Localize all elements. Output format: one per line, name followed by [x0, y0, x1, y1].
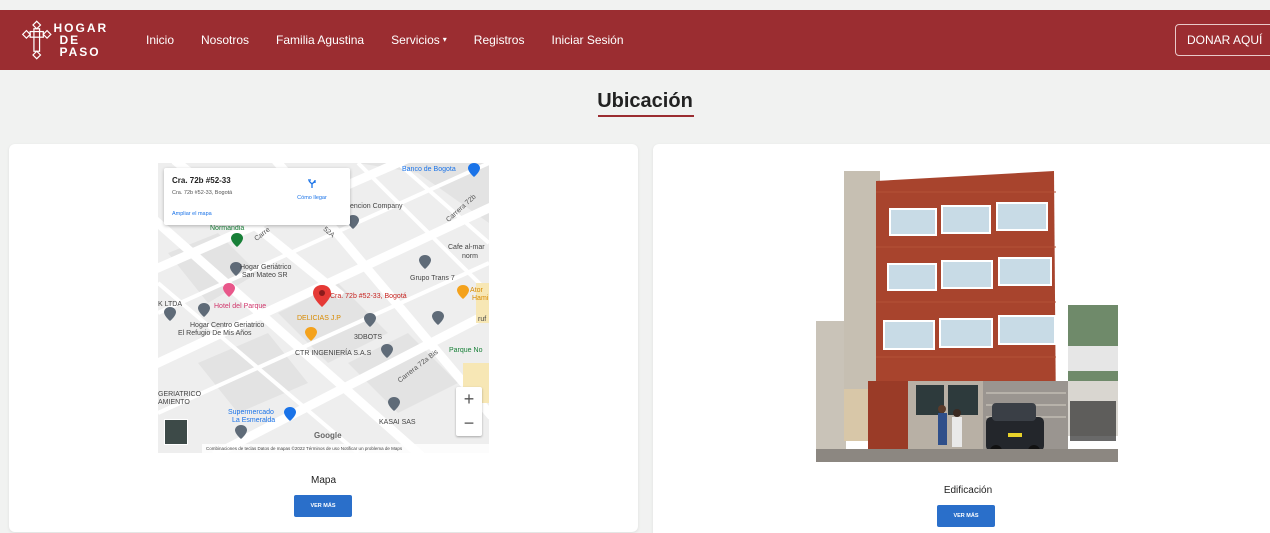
- building-photo: [816, 171, 1118, 462]
- map-enlarge-link[interactable]: Ampliar el mapa: [172, 211, 212, 217]
- map-zoom-control: + −: [456, 387, 482, 436]
- map-label-centro-2: El Refugio De Mis Años: [178, 330, 252, 337]
- map-attribution: Combinaciones de teclas Datos de mapas ©…: [202, 444, 489, 453]
- map-label-ltda: K LTDA: [158, 301, 182, 308]
- directions-button[interactable]: Cómo llegar: [286, 176, 338, 201]
- map-label-company: encion Company: [350, 203, 403, 210]
- brand-line2: DE PASO: [59, 33, 101, 59]
- nav-item-iniciar-sesion[interactable]: Iniciar Sesión: [551, 33, 623, 47]
- directions-label: Cómo llegar: [297, 195, 327, 201]
- nav-item-familia-agustina[interactable]: Familia Agustina: [276, 33, 364, 47]
- map-caption: Mapa: [310, 475, 336, 486]
- map-ver-mas-button[interactable]: VER MÁS: [294, 495, 352, 517]
- map-popup-address: Cra. 72b #52-33, Bogotá: [172, 190, 233, 196]
- map-label-delicias: DELICIAS J.P: [297, 315, 341, 322]
- map-label-hami: Hami: [472, 295, 489, 302]
- nav-item-registros[interactable]: Registros: [474, 33, 525, 47]
- building-image: [816, 171, 1118, 462]
- map-label-hotel: Hotel del Parque: [214, 303, 267, 310]
- map-label-cafe: Cafe al-mar: [448, 244, 485, 251]
- map-label-3dbots: 3DBOTS: [354, 334, 383, 341]
- map-label-geriatrico: Hogar Geriátrico: [240, 264, 292, 271]
- google-logo: Google: [314, 431, 342, 440]
- map-label-centro: Hogar Centro Geriatrico: [190, 322, 265, 329]
- embedded-map[interactable]: Banco de Bogota encion Company Carrera 7…: [158, 163, 489, 453]
- map-label-grupo: Grupo Trans 7: [410, 275, 455, 282]
- map-card: Banco de Bogota encion Company Carrera 7…: [9, 144, 638, 532]
- map-label-amiento: AMIENTO: [158, 399, 190, 406]
- building-ver-mas-button[interactable]: VER MÁS: [937, 505, 995, 527]
- zoom-out-button[interactable]: −: [456, 411, 482, 435]
- navbar: HOGAR DE PASO Inicio Nosotros Familia Ag…: [0, 10, 1270, 70]
- nav-menu: Inicio Nosotros Familia Agustina Servici…: [146, 33, 651, 47]
- title-underline: [598, 115, 694, 117]
- map-info-popup: Cra. 72b #52-33 Cra. 72b #52-33, Bogotá …: [164, 168, 350, 225]
- map-label-ator: Ator: [470, 287, 483, 294]
- map-label-normandia: Normandia: [210, 225, 245, 232]
- zoom-in-button[interactable]: +: [456, 387, 482, 411]
- map-label-parque: Parque No: [449, 347, 483, 354]
- map-label-kasai: KASAI SAS: [379, 419, 416, 426]
- building-caption: Edificación: [943, 485, 993, 496]
- nav-item-inicio[interactable]: Inicio: [146, 33, 174, 47]
- map-label-geriatrico-3: GERIATRICO: [158, 391, 202, 398]
- map-label-ctr: CTR INGENIERÍA S.A.S: [295, 350, 372, 357]
- cross-emblem-icon: [21, 20, 52, 60]
- nav-item-nosotros[interactable]: Nosotros: [201, 33, 249, 47]
- brand-logo[interactable]: HOGAR DE PASO: [18, 18, 122, 62]
- map-popup-title: Cra. 72b #52-33: [172, 176, 231, 185]
- map-label-supermercado: Supermercado: [228, 409, 274, 416]
- donate-button[interactable]: DONAR AQUÍ: [1175, 24, 1270, 56]
- map-label-ruf: ruf: [478, 316, 487, 323]
- page-title: Ubicación: [597, 90, 693, 112]
- map-layer-toggle[interactable]: [164, 419, 188, 445]
- nav-item-servicios-label: Servicios: [391, 33, 440, 47]
- map-marker-label: Cra. 72b #52-33, Bogotá: [330, 293, 407, 300]
- directions-icon: [308, 179, 316, 188]
- map-label-supermercado-2: La Esmeralda: [232, 417, 276, 424]
- building-card: Edificación VER MÁS: [653, 144, 1270, 533]
- brand-name: HOGAR DE PASO: [53, 22, 122, 58]
- map-label-banco: Banco de Bogota: [402, 166, 456, 173]
- nav-item-servicios[interactable]: Servicios ▾: [391, 33, 447, 47]
- chevron-down-icon: ▾: [442, 35, 447, 44]
- map-label-geriatrico-2: San Mateo SR: [242, 272, 288, 279]
- map-label-cafe-2: norm: [462, 253, 478, 260]
